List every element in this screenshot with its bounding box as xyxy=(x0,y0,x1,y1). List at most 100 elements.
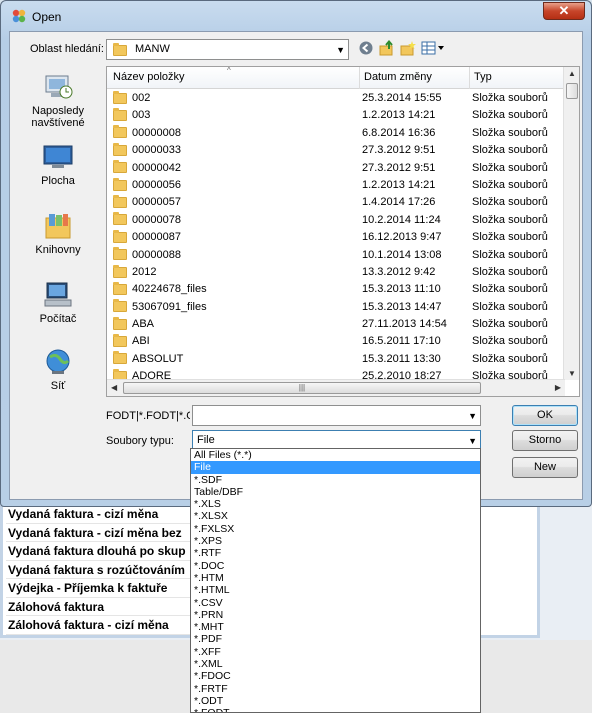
folder-icon xyxy=(113,334,127,348)
file-date: 27.11.2013 14:54 xyxy=(362,318,447,331)
scroll-right-icon[interactable]: ▶ xyxy=(555,383,561,392)
file-type-option[interactable]: *.DOC xyxy=(191,560,480,572)
file-date: 16.5.2011 17:10 xyxy=(362,335,441,348)
file-name-cell: ABSOLUT xyxy=(113,351,183,368)
file-type: Složka souborů xyxy=(472,144,548,157)
look-in-combo[interactable]: MANW ▼ xyxy=(106,39,349,60)
title-bar[interactable]: Open ✕ xyxy=(1,1,591,31)
file-type-option[interactable]: Table/DBF xyxy=(191,486,480,498)
scroll-up-icon[interactable]: ▲ xyxy=(568,69,576,78)
horizontal-scroll-thumb[interactable]: ||| xyxy=(123,382,481,394)
background-row: Vydaná faktura - cizí měna xyxy=(6,505,194,524)
file-row[interactable]: 00000087 16.12.2013 9:47 Složka souborů xyxy=(107,229,565,246)
file-type: Složka souborů xyxy=(472,300,548,313)
scroll-left-icon[interactable]: ◀ xyxy=(111,383,117,392)
file-type: Složka souborů xyxy=(472,196,548,209)
file-row[interactable]: 00000033 27.3.2012 9:51 Složka souborů xyxy=(107,142,565,159)
background-row: Vydaná faktura s rozúčtováním xyxy=(6,561,194,579)
nav-item-libraries[interactable]: Knihovny xyxy=(12,212,104,256)
new-button[interactable]: New xyxy=(512,457,578,478)
back-icon[interactable] xyxy=(358,40,374,56)
file-row[interactable]: 00000056 1.2.2013 14:21 Složka souborů xyxy=(107,177,565,194)
file-type-option[interactable]: *.HTM xyxy=(191,572,480,584)
chevron-down-icon[interactable]: ▼ xyxy=(468,436,477,446)
file-row[interactable]: ABSOLUT 15.3.2011 13:30 Složka souborů xyxy=(107,351,565,368)
ok-button[interactable]: OK xyxy=(512,405,578,426)
file-row[interactable]: ABA 27.11.2013 14:54 Složka souborů xyxy=(107,316,565,333)
file-name: ABI xyxy=(132,335,150,348)
file-row[interactable]: 00000088 10.1.2014 13:08 Složka souborů xyxy=(107,247,565,264)
file-row[interactable]: 00000008 6.8.2014 16:36 Složka souborů xyxy=(107,125,565,142)
file-type-option[interactable]: *.FXLSX xyxy=(191,523,480,535)
dialog-title: Open xyxy=(32,10,62,24)
folder-icon xyxy=(113,247,127,261)
column-header-type[interactable]: Typ xyxy=(470,67,565,89)
file-row[interactable]: 00000057 1.4.2014 17:26 Složka souborů xyxy=(107,194,565,211)
folder-icon xyxy=(113,229,127,243)
file-type-option[interactable]: *.XML xyxy=(191,658,480,670)
file-type-option[interactable]: *.XFF xyxy=(191,646,480,658)
file-name: 00000087 xyxy=(132,231,181,244)
vertical-scrollbar[interactable]: ▲ ▼ xyxy=(563,67,579,380)
chevron-down-icon[interactable]: ▼ xyxy=(468,411,477,421)
file-type-option[interactable]: All Files (*.*) xyxy=(191,449,480,461)
file-date: 15.3.2011 13:30 xyxy=(362,352,441,365)
file-type: Složka souborů xyxy=(472,213,548,226)
file-row[interactable]: 002 25.3.2014 15:55 Složka souborů xyxy=(107,90,565,107)
file-type-option[interactable]: *.PRN xyxy=(191,609,480,621)
file-type-option[interactable]: *.RTF xyxy=(191,547,480,559)
file-type-option[interactable]: *.PDF xyxy=(191,633,480,645)
file-row[interactable]: 2012 13.3.2012 9:42 Složka souborů xyxy=(107,264,565,281)
look-in-label: Oblast hledání: xyxy=(30,43,104,55)
folder-icon xyxy=(113,142,127,156)
file-type-option[interactable]: *.XLSX xyxy=(191,510,480,522)
nav-item-label: Plocha xyxy=(41,175,75,187)
file-name-cell: 40224678_files xyxy=(113,281,207,298)
file-date: 27.3.2012 9:51 xyxy=(362,144,436,157)
file-row[interactable]: 003 1.2.2013 14:21 Složka souborů xyxy=(107,107,565,124)
file-date: 27.3.2012 9:51 xyxy=(362,161,436,174)
view-menu-icon[interactable] xyxy=(421,40,445,56)
file-type-option[interactable]: *.FODT xyxy=(191,707,480,712)
file-list[interactable]: Název položky ^ Datum změny Typ 002 25.3.… xyxy=(106,66,580,397)
file-type-option[interactable]: *.HTML xyxy=(191,584,480,596)
folder-icon xyxy=(113,107,127,121)
close-button[interactable]: ✕ xyxy=(543,2,585,20)
file-type-option[interactable]: *.XPS xyxy=(191,535,480,547)
horizontal-scrollbar[interactable]: ◀ ||| ▶ xyxy=(107,379,565,396)
file-name-input[interactable]: ▼ xyxy=(192,405,481,426)
column-header-name[interactable]: Název položky ^ xyxy=(107,67,360,89)
nav-item-network[interactable]: Síť xyxy=(12,348,104,392)
desktop-icon xyxy=(43,145,73,168)
vertical-scroll-thumb[interactable] xyxy=(566,83,578,99)
up-folder-icon[interactable] xyxy=(379,40,395,56)
file-type-option[interactable]: *.CSV xyxy=(191,597,480,609)
file-type-option[interactable]: File xyxy=(191,461,480,474)
file-row[interactable]: ABI 16.5.2011 17:10 Složka souborů xyxy=(107,333,565,350)
column-header-date[interactable]: Datum změny xyxy=(360,67,470,89)
file-type-label: Soubory typu: xyxy=(106,435,174,447)
file-type-option[interactable]: *.FDOC xyxy=(191,670,480,682)
new-folder-icon[interactable] xyxy=(400,40,416,56)
file-type-option[interactable]: *.SDF xyxy=(191,474,480,486)
file-name: 40224678_files xyxy=(132,283,207,296)
file-name: 00000088 xyxy=(132,248,181,261)
nav-item-computer[interactable]: Počítač xyxy=(12,281,104,325)
file-row[interactable]: 00000042 27.3.2012 9:51 Složka souborů xyxy=(107,160,565,177)
file-date: 1.2.2013 14:21 xyxy=(362,109,436,122)
nav-item-desktop[interactable]: Plocha xyxy=(12,143,104,187)
nav-item-recent[interactable]: Naposledy navštívené xyxy=(12,73,104,129)
folder-icon xyxy=(113,177,127,191)
file-row[interactable]: 00000078 10.2.2014 11:24 Složka souborů xyxy=(107,212,565,229)
scroll-down-icon[interactable]: ▼ xyxy=(568,369,576,378)
file-type-dropdown-list[interactable]: All Files (*.*) File *.SDF Table/DBF *.XLS *.… xyxy=(190,448,481,713)
file-type-option[interactable]: *.FRTF xyxy=(191,683,480,695)
file-date: 10.2.2014 11:24 xyxy=(362,213,441,226)
file-type-option[interactable]: *.XLS xyxy=(191,498,480,510)
file-name-cell: 00000088 xyxy=(113,247,181,264)
cancel-button[interactable]: Storno xyxy=(512,430,578,451)
file-row[interactable]: 40224678_files 15.3.2013 11:10 Složka soub… xyxy=(107,281,565,298)
file-type-option[interactable]: *.ODT xyxy=(191,695,480,707)
file-type-option[interactable]: *.MHT xyxy=(191,621,480,633)
file-row[interactable]: 53067091_files 15.3.2013 14:47 Složka soub… xyxy=(107,299,565,316)
